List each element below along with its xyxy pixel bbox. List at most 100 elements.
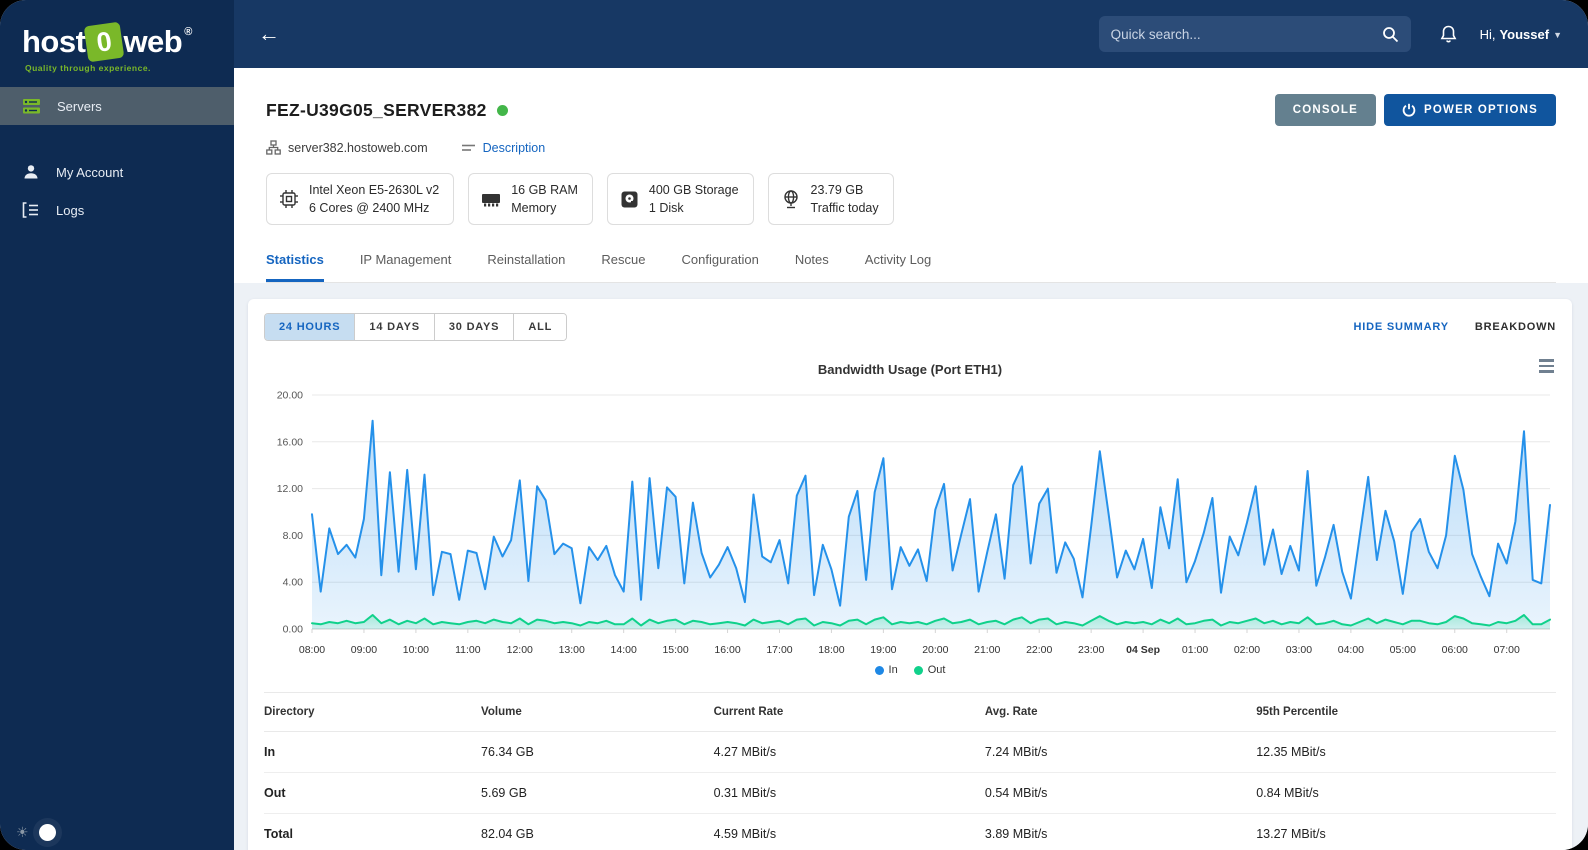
theme-toggle[interactable]: ☀: [16, 824, 56, 841]
user-icon: [24, 165, 38, 179]
statistics-card: 24 HOURS 14 DAYS 30 DAYS ALL HIDE SUMMAR…: [248, 299, 1572, 850]
app-window: host 0 web ® Quality through experience.…: [0, 0, 1588, 850]
table-header-row: Directory Volume Current Rate Avg. Rate …: [264, 692, 1556, 733]
spec-card-storage: 400 GB Storage 1 Disk: [606, 173, 754, 226]
svg-text:12:00: 12:00: [507, 644, 533, 656]
logo-o-mark: 0: [84, 21, 125, 63]
svg-text:08:00: 08:00: [299, 644, 325, 656]
spec-card-memory: 16 GB RAM Memory: [468, 173, 593, 226]
sidebar: host 0 web ® Quality through experience.…: [0, 0, 234, 850]
power-options-button[interactable]: POWER OPTIONS: [1384, 94, 1556, 126]
range-all-button[interactable]: ALL: [514, 314, 567, 341]
sidebar-item-my-account[interactable]: My Account: [0, 153, 234, 191]
description-link[interactable]: Description: [483, 141, 546, 155]
search-icon[interactable]: [1382, 26, 1399, 43]
svg-text:11:00: 11:00: [455, 644, 481, 656]
sidebar-item-label: Logs: [56, 202, 85, 218]
server-domain: server382.hostoweb.com: [288, 140, 428, 155]
tab-bar: Statistics IP Management Reinstallation …: [266, 241, 1556, 284]
chevron-down-icon: ▼: [1553, 30, 1562, 40]
sidebar-item-logs[interactable]: Logs: [0, 191, 234, 229]
bandwidth-chart[interactable]: 0.00 4.00 8.00 12.00 16.00 20.00 08:00 09:00 10:…: [264, 383, 1556, 678]
logo-text-host: host: [22, 24, 86, 59]
search-input[interactable]: [1110, 26, 1382, 42]
sidebar-item-servers[interactable]: Servers: [0, 87, 234, 125]
range-14-days-button[interactable]: 14 DAYS: [355, 314, 435, 341]
breakdown-link[interactable]: BREAKDOWN: [1475, 321, 1556, 333]
tab-rescue[interactable]: Rescue: [601, 241, 645, 282]
col-directory: Directory: [264, 692, 482, 733]
page-title: FEZ-U39G05_SERVER382: [266, 99, 487, 120]
servers-icon: [23, 98, 40, 113]
logo-registered-mark: ®: [184, 26, 192, 38]
tab-ip-management[interactable]: IP Management: [360, 241, 452, 282]
network-icon: [266, 140, 281, 155]
svg-text:02:00: 02:00: [1234, 644, 1260, 656]
tab-reinstallation[interactable]: Reinstallation: [487, 241, 565, 282]
back-button[interactable]: ←: [258, 23, 280, 45]
svg-text:07:00: 07:00: [1494, 644, 1520, 656]
ram-icon: [482, 194, 501, 207]
svg-text:04:00: 04:00: [1338, 644, 1364, 656]
logs-icon: [22, 202, 38, 218]
range-30-days-button[interactable]: 30 DAYS: [434, 314, 515, 341]
svg-text:14:00: 14:00: [611, 644, 637, 656]
tab-notes[interactable]: Notes: [795, 241, 829, 282]
svg-text:12.00: 12.00: [277, 483, 303, 495]
table-row-out: Out 5.69 GB 0.31 MBit/s 0.54 MBit/s 0.84…: [264, 772, 1556, 815]
svg-text:19:00: 19:00: [870, 644, 896, 656]
svg-text:13:00: 13:00: [559, 644, 585, 656]
svg-text:15:00: 15:00: [662, 644, 688, 656]
description-icon: [461, 144, 475, 151]
logo-text-web: web: [123, 24, 183, 59]
chart-title: Bandwidth Usage (Port ETH1): [817, 362, 1003, 378]
svg-text:10:00: 10:00: [403, 644, 429, 656]
sidebar-item-label: My Account: [56, 164, 124, 180]
user-menu[interactable]: Hi, Youssef ▼: [1480, 27, 1562, 42]
user-name: Youssef: [1499, 26, 1550, 42]
tab-activity-log[interactable]: Activity Log: [865, 241, 931, 282]
svg-text:23:00: 23:00: [1078, 644, 1104, 656]
server-status-online-dot: [496, 104, 508, 116]
svg-text:06:00: 06:00: [1442, 644, 1468, 656]
legend-item-out[interactable]: Out: [913, 664, 945, 676]
svg-text:22:00: 22:00: [1026, 644, 1052, 656]
cpu-icon: [280, 190, 298, 209]
svg-text:21:00: 21:00: [974, 644, 1000, 656]
content-area: FEZ-U39G05_SERVER382 CONSOLE POWER OPTIO…: [234, 68, 1588, 850]
chart-context-menu-icon[interactable]: [1539, 359, 1554, 373]
range-24-hours-button[interactable]: 24 HOURS: [265, 314, 356, 341]
legend-item-in[interactable]: In: [874, 664, 898, 676]
tab-statistics[interactable]: Statistics: [266, 241, 324, 283]
svg-text:16.00: 16.00: [277, 437, 303, 449]
svg-text:03:00: 03:00: [1286, 644, 1312, 656]
logo-tagline: Quality through experience.: [25, 63, 151, 73]
col-95th-percentile: 95th Percentile: [1256, 692, 1556, 733]
svg-text:20:00: 20:00: [922, 644, 948, 656]
spec-card-cpu: Intel Xeon E5-2630L v2 6 Cores @ 2400 MHz: [266, 173, 455, 226]
svg-text:17:00: 17:00: [766, 644, 792, 656]
svg-text:09:00: 09:00: [351, 644, 377, 656]
tab-configuration[interactable]: Configuration: [681, 241, 758, 282]
col-volume: Volume: [481, 692, 714, 733]
hide-summary-link[interactable]: HIDE SUMMARY: [1353, 321, 1448, 333]
svg-text:16:00: 16:00: [714, 644, 740, 656]
greeting-text: Hi,: [1479, 26, 1496, 42]
console-button[interactable]: CONSOLE: [1274, 94, 1376, 126]
topbar: ← Hi, Youssef ▼: [234, 0, 1588, 68]
notifications-bell-icon[interactable]: [1439, 24, 1458, 44]
globe-traffic-icon: [783, 190, 798, 209]
theme-toggle-knob[interactable]: [38, 824, 56, 841]
svg-text:18:00: 18:00: [818, 644, 844, 656]
power-icon: [1402, 103, 1416, 117]
table-row-in: In 76.34 GB 4.27 MBit/s 7.24 MBit/s 12.3…: [264, 731, 1556, 774]
col-avg-rate: Avg. Rate: [984, 692, 1257, 733]
spec-card-traffic: 23.79 GB Traffic today: [767, 173, 894, 226]
svg-text:20.00: 20.00: [277, 390, 303, 402]
svg-text:0.00: 0.00: [283, 624, 304, 636]
sidebar-item-label: Servers: [57, 98, 102, 114]
search-box[interactable]: [1098, 16, 1411, 52]
time-range-group: 24 HOURS 14 DAYS 30 DAYS ALL: [264, 313, 568, 342]
disk-icon: [621, 191, 638, 208]
logo[interactable]: host 0 web ® Quality through experience.: [0, 0, 234, 87]
